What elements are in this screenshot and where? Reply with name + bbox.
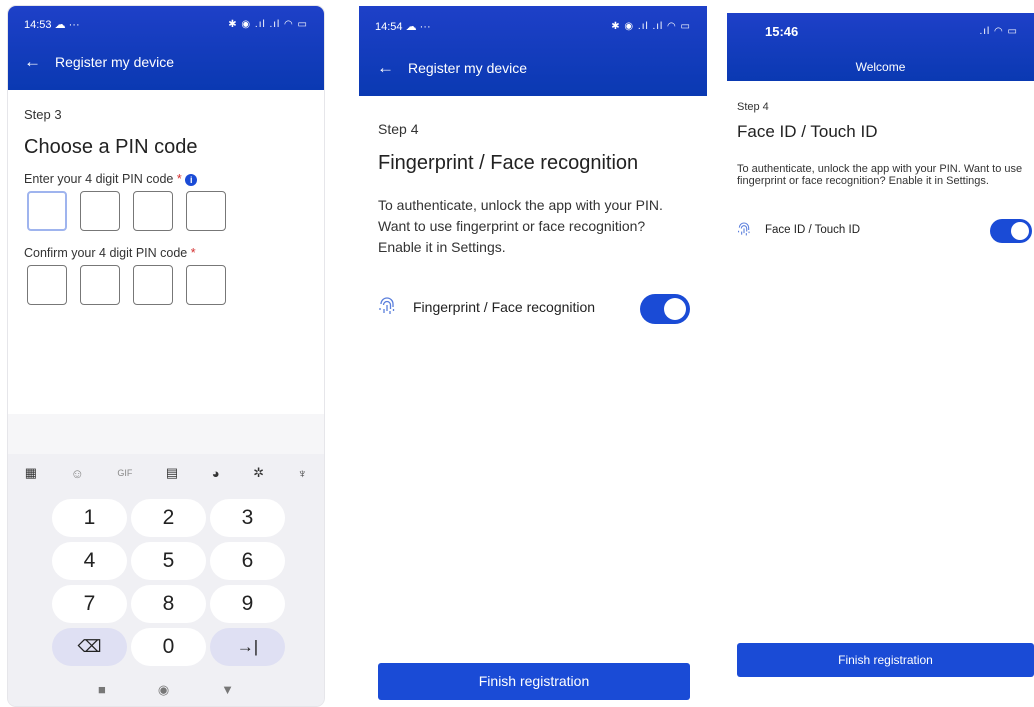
status-time: 14:53 ☁ ··· (24, 19, 80, 31)
system-nav-bar: ■ ◉ ▼ (8, 682, 324, 698)
header-title: Welcome (855, 60, 906, 74)
numeric-keyboard: ▦ ☺ GIF ▤ ◕ ✲ ♆ 1 2 3 4 5 6 7 8 9 ⌫ 0 →|… (8, 454, 324, 706)
key-4[interactable]: 4 (52, 542, 127, 580)
status-icons: ✱ ◉ .ıl .ıl ◠ ▭ (228, 19, 308, 30)
confirm-pin-text: Confirm your 4 digit PIN code (24, 246, 188, 260)
confirm-digit-2[interactable] (80, 265, 120, 305)
back-triangle-icon[interactable]: ▼ (221, 682, 234, 698)
app-header: 14:53 ☁ ··· ✱ ◉ .ıl .ıl ◠ ▭ ← Register m… (8, 6, 324, 90)
finish-registration-button[interactable]: Finish registration (378, 663, 690, 700)
key-3[interactable]: 3 (210, 499, 285, 537)
key-8[interactable]: 8 (131, 585, 206, 623)
step-label: Step 4 (737, 101, 769, 113)
confirm-digit-4[interactable] (186, 265, 226, 305)
pin-digit-3[interactable] (133, 191, 173, 231)
app-header: 14:54 ☁ ··· ✱ ◉ .ıl .ıl ◠ ▭ ← Register m… (359, 6, 707, 96)
app-bar: ← Register my device (24, 52, 174, 72)
sticker-icon[interactable]: ☺ (71, 466, 84, 481)
app-header: 15:46 .ıl ◠ ▭ Welcome (727, 13, 1034, 81)
app-bar-title: Register my device (408, 60, 528, 76)
pin-digit-2[interactable] (80, 191, 120, 231)
key-0[interactable]: 0 (131, 628, 206, 666)
status-bar: 15:46 .ıl ◠ ▭ (765, 24, 1018, 39)
status-bar: 14:53 ☁ ··· ✱ ◉ .ıl .ıl ◠ ▭ (24, 18, 308, 31)
step-label: Step 3 (24, 107, 62, 122)
step-label: Step 4 (378, 121, 419, 137)
confirm-pin-label: Confirm your 4 digit PIN code * (24, 246, 196, 260)
clipboard-icon[interactable]: ▤ (166, 465, 178, 481)
apps-grid-icon[interactable]: ▦ (25, 465, 37, 481)
status-bar: 14:54 ☁ ··· ✱ ◉ .ıl .ıl ◠ ▭ (375, 20, 691, 33)
confirm-digit-3[interactable] (133, 265, 173, 305)
toggle-label: Face ID / Touch ID (765, 224, 861, 236)
page-title: Fingerprint / Face recognition (378, 152, 639, 174)
biometric-toggle-switch[interactable] (990, 219, 1032, 243)
key-1[interactable]: 1 (52, 499, 127, 537)
enter-pin-label: Enter your 4 digit PIN code * i (24, 172, 198, 186)
confirm-pin-fields (27, 265, 226, 305)
enter-pin-fields (27, 191, 226, 231)
pin-setup-screen: 14:53 ☁ ··· ✱ ◉ .ıl .ıl ◠ ▭ ← Register m… (8, 6, 324, 706)
enter-pin-text: Enter your 4 digit PIN code (24, 172, 174, 186)
microphone-icon[interactable]: ♆ (297, 466, 307, 481)
status-time: 14:54 ☁ ··· (375, 21, 431, 33)
key-2[interactable]: 2 (131, 499, 206, 537)
app-bar-title: Register my device (55, 54, 175, 70)
next-tab-key-icon[interactable]: →| (210, 628, 285, 666)
required-asterisk: * (176, 172, 182, 186)
required-asterisk: * (190, 246, 196, 260)
biometric-screen-android: 14:54 ☁ ··· ✱ ◉ .ıl .ıl ◠ ▭ ← Register m… (359, 6, 707, 706)
recents-icon[interactable]: ■ (98, 682, 106, 698)
status-icons: .ıl ◠ ▭ (979, 26, 1018, 37)
biometric-screen-ios: 15:46 .ıl ◠ ▭ Welcome Step 4 Face ID / T… (727, 13, 1034, 707)
fingerprint-icon (379, 297, 395, 314)
status-icons: ✱ ◉ .ıl .ıl ◠ ▭ (611, 21, 691, 32)
description: To authenticate, unlock the app with you… (737, 163, 1023, 187)
confirm-digit-1[interactable] (27, 265, 67, 305)
biometric-toggle-row: Fingerprint / Face recognition (378, 297, 595, 317)
pin-digit-1[interactable] (27, 191, 67, 231)
settings-gear-icon[interactable]: ✲ (253, 465, 264, 481)
gif-icon[interactable]: GIF (117, 468, 132, 478)
app-bar: ← Register my device (377, 58, 527, 78)
pin-digit-4[interactable] (186, 191, 226, 231)
status-time: 15:46 (765, 24, 799, 39)
back-arrow-icon[interactable]: ← (377, 58, 394, 78)
switch-knob (1011, 222, 1029, 240)
palette-icon[interactable]: ◕ (212, 466, 220, 481)
keypad: 1 2 3 4 5 6 7 8 9 ⌫ 0 →| (52, 499, 285, 666)
key-7[interactable]: 7 (52, 585, 127, 623)
page-title: Choose a PIN code (24, 136, 198, 158)
home-icon[interactable]: ◉ (158, 682, 169, 698)
back-arrow-icon[interactable]: ← (24, 52, 41, 72)
finish-registration-button[interactable]: Finish registration (737, 643, 1034, 677)
key-6[interactable]: 6 (210, 542, 285, 580)
info-icon[interactable]: i (185, 173, 198, 186)
key-9[interactable]: 9 (210, 585, 285, 623)
backspace-key-icon[interactable]: ⌫ (52, 628, 127, 666)
toggle-label: Fingerprint / Face recognition (413, 299, 596, 315)
biometric-toggle-switch[interactable] (640, 294, 690, 324)
key-5[interactable]: 5 (131, 542, 206, 580)
biometric-toggle-row: Face ID / Touch ID (737, 222, 860, 238)
description: To authenticate, unlock the app with you… (378, 197, 663, 255)
keyboard-toolbar: ▦ ☺ GIF ▤ ◕ ✲ ♆ (8, 460, 324, 486)
fingerprint-icon (738, 222, 750, 236)
page-title: Face ID / Touch ID (737, 122, 878, 141)
switch-knob (664, 298, 686, 320)
